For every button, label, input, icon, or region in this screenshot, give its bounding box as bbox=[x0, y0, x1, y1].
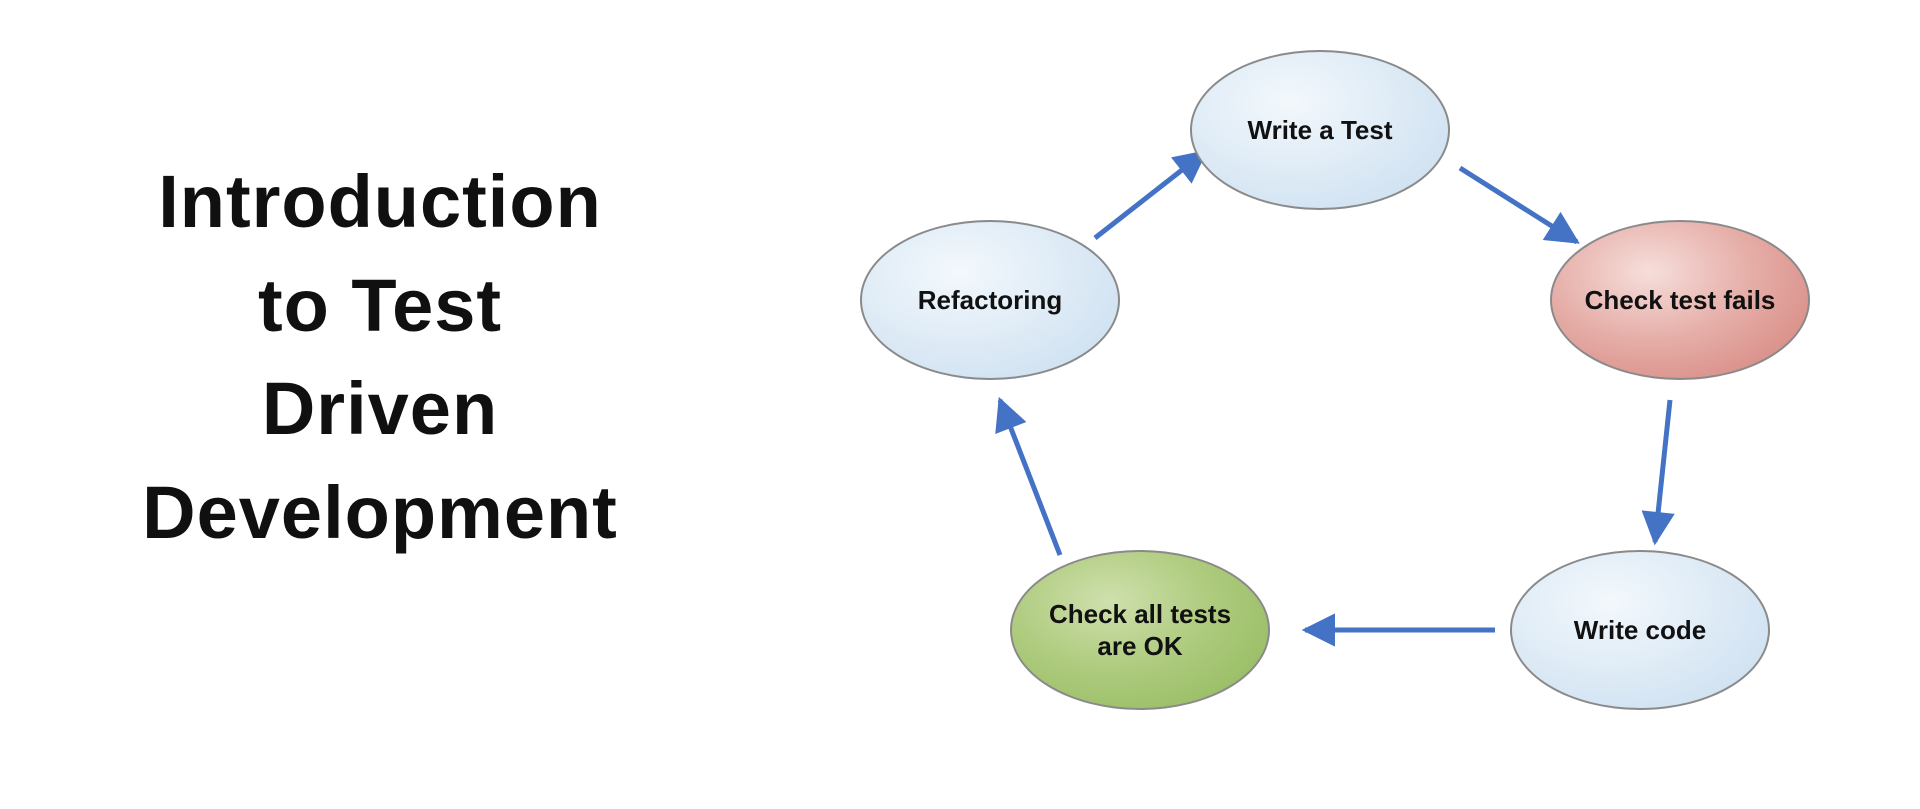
node-label: Write code bbox=[1574, 614, 1706, 647]
page-title: Introduction to Test Driven Development bbox=[70, 150, 690, 564]
tdd-cycle-diagram: Write a Test Check test fails Write code… bbox=[760, 30, 1880, 790]
node-label: Check all tests are OK bbox=[1036, 598, 1244, 663]
arrow-refactoring-to-write-test bbox=[1095, 152, 1205, 238]
node-label: Check test fails bbox=[1585, 284, 1776, 317]
node-write-code: Write code bbox=[1510, 550, 1770, 710]
node-write-a-test: Write a Test bbox=[1190, 50, 1450, 210]
title-line-1: Introduction bbox=[70, 150, 690, 254]
node-label: Refactoring bbox=[918, 284, 1062, 317]
arrow-check-ok-to-refactoring bbox=[1000, 400, 1060, 555]
arrow-write-test-to-check-fails bbox=[1460, 168, 1577, 242]
node-check-test-fails: Check test fails bbox=[1550, 220, 1810, 380]
arrow-check-fails-to-write-code bbox=[1655, 400, 1670, 542]
node-check-all-tests-ok: Check all tests are OK bbox=[1010, 550, 1270, 710]
node-refactoring: Refactoring bbox=[860, 220, 1120, 380]
node-label: Write a Test bbox=[1248, 114, 1393, 147]
title-line-4: Development bbox=[70, 461, 690, 565]
title-line-3: Driven bbox=[70, 357, 690, 461]
title-line-2: to Test bbox=[70, 254, 690, 358]
